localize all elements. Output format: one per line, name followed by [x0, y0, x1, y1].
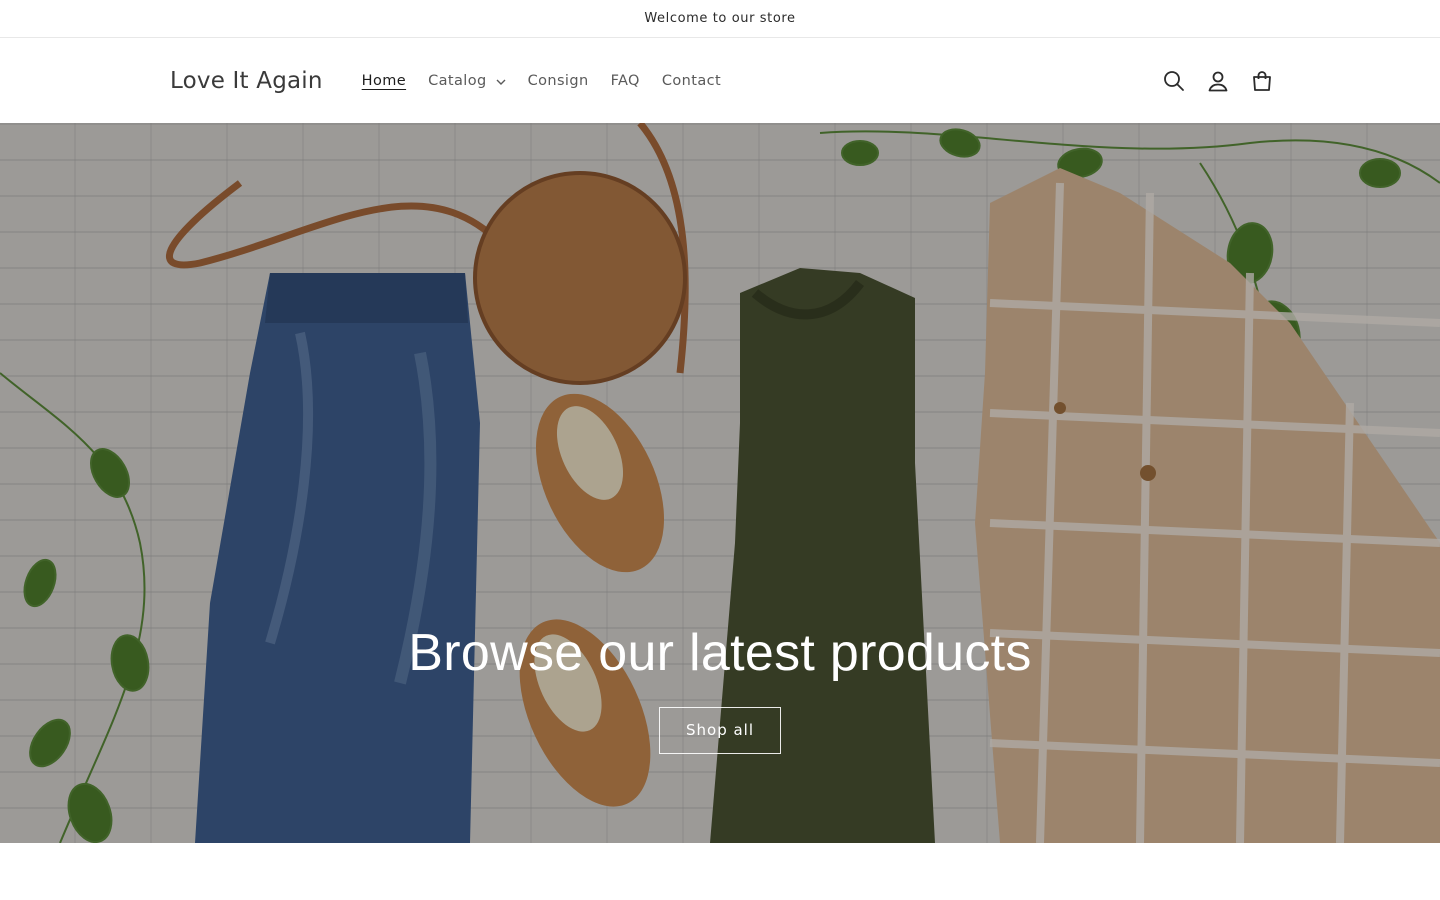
- search-icon[interactable]: [1160, 67, 1188, 95]
- cart-icon[interactable]: [1248, 67, 1276, 95]
- hero-content: Browse our latest products Shop all: [0, 623, 1440, 754]
- site-header: Love It Again Home Catalog Consign FAQ C…: [0, 38, 1440, 123]
- header-icons: [1160, 38, 1276, 123]
- main-nav: Home Catalog Consign FAQ Contact: [351, 73, 732, 89]
- nav-item-faq[interactable]: FAQ: [600, 73, 651, 89]
- chevron-down-icon: [496, 73, 506, 89]
- nav-item-contact[interactable]: Contact: [651, 73, 732, 89]
- hero-banner: Browse our latest products Shop all: [0, 123, 1440, 843]
- nav-item-catalog-label: Catalog: [428, 72, 487, 89]
- store-logo[interactable]: Love It Again: [170, 68, 323, 94]
- announcement-bar: Welcome to our store: [0, 0, 1440, 38]
- hero-title: Browse our latest products: [408, 624, 1032, 682]
- announcement-text: Welcome to our store: [644, 11, 796, 26]
- shop-all-button[interactable]: Shop all: [659, 707, 781, 754]
- nav-item-catalog[interactable]: Catalog: [417, 73, 517, 89]
- nav-item-home[interactable]: Home: [351, 73, 417, 89]
- nav-item-consign[interactable]: Consign: [517, 73, 600, 89]
- account-icon[interactable]: [1204, 67, 1232, 95]
